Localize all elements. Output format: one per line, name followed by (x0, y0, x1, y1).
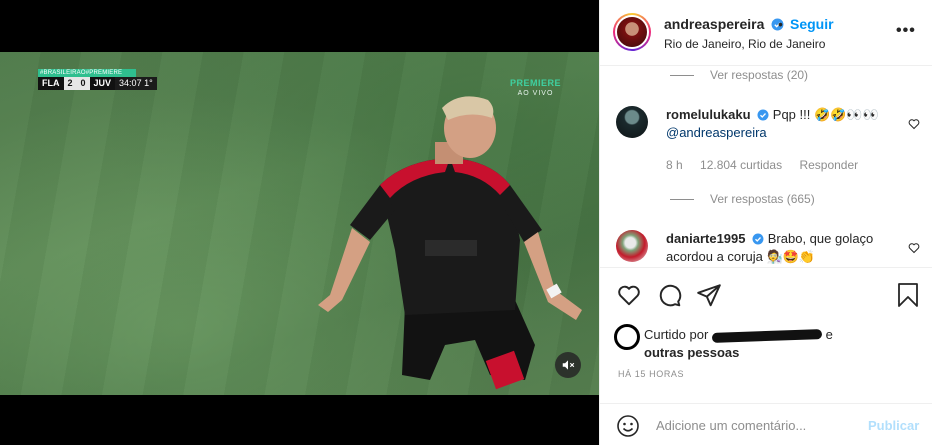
commenter-username[interactable]: daniarte1995 (666, 231, 768, 246)
comment-mention[interactable]: @andreaspereira (666, 125, 767, 140)
follow-button[interactable]: Seguir (790, 16, 834, 32)
post-side-panel: andreaspereira • Seguir Rio de Janeiro, … (599, 0, 932, 445)
comment-likes[interactable]: 12.804 curtidas (700, 158, 782, 172)
likes-others-link[interactable]: outras pessoas (644, 345, 739, 360)
away-team: JUV (89, 77, 116, 90)
add-comment-bar: Publicar (600, 403, 932, 445)
publish-button[interactable]: Publicar (868, 418, 919, 433)
mute-button[interactable] (555, 352, 581, 378)
header-separator: • (778, 16, 783, 32)
post-timestamp[interactable]: HÁ 15 HORAS (618, 369, 684, 379)
comment-icon[interactable] (656, 282, 682, 308)
post-media[interactable]: #BRASILEIRAO#PREMIERE FLA 2 0 JUV 34:07 … (0, 0, 599, 445)
author-username[interactable]: andreaspereira (664, 16, 784, 32)
scoreboard-banner: #BRASILEIRAO#PREMIERE (38, 69, 136, 77)
view-replies-toggle[interactable]: Ver respostas (665) (670, 192, 815, 206)
broadcast-channel: PREMIERE (510, 78, 562, 88)
commenter-avatar[interactable] (616, 106, 648, 138)
commenter-avatar[interactable] (616, 230, 648, 262)
verified-badge-icon (757, 109, 769, 121)
heart-icon[interactable] (616, 282, 642, 308)
liker-avatar-redacted[interactable] (614, 324, 640, 350)
verified-badge-icon (752, 233, 764, 245)
likes-suffix: e (825, 327, 833, 342)
scoreboard-overlay: #BRASILEIRAO#PREMIERE FLA 2 0 JUV 34:07 … (38, 69, 157, 90)
comment-meta: 8 h 12.804 curtidas Responder (666, 158, 872, 172)
heart-icon[interactable] (908, 242, 920, 254)
view-replies-toggle[interactable]: Ver respostas (20) (670, 68, 808, 82)
comments-list[interactable]: Ver respostas (20) romelulukaku Pqp !!! … (600, 66, 932, 266)
post-actions: Curtido por e outras pessoas HÁ 15 HORAS (600, 267, 932, 403)
away-score: 0 (76, 77, 90, 90)
home-team: FLA (38, 77, 64, 90)
home-score: 2 (63, 77, 77, 90)
bookmark-icon[interactable] (896, 282, 920, 308)
player-figure (318, 96, 582, 390)
comment-time[interactable]: 8 h (666, 158, 683, 172)
match-clock: 34:07 1° (115, 77, 157, 90)
post-location[interactable]: Rio de Janeiro, Rio de Janeiro (664, 37, 825, 51)
reply-button[interactable]: Responder (799, 158, 858, 172)
share-icon[interactable] (696, 282, 722, 308)
commenter-username[interactable]: romelulukaku (666, 107, 773, 122)
heart-icon[interactable] (908, 118, 920, 130)
comment-text: Pqp !!! 🤣🤣👀👀 (772, 107, 879, 122)
redacted-username (711, 328, 823, 343)
likes-summary: Curtido por e outras pessoas (614, 324, 833, 360)
comment-input[interactable] (656, 415, 856, 435)
likes-prefix: Curtido por (644, 327, 709, 342)
speaker-muted-icon (562, 360, 575, 370)
emoji-icon[interactable] (616, 414, 640, 438)
more-options-icon[interactable]: ••• (896, 22, 916, 40)
author-avatar[interactable] (613, 13, 651, 51)
post-header: andreaspereira • Seguir Rio de Janeiro, … (600, 0, 932, 66)
